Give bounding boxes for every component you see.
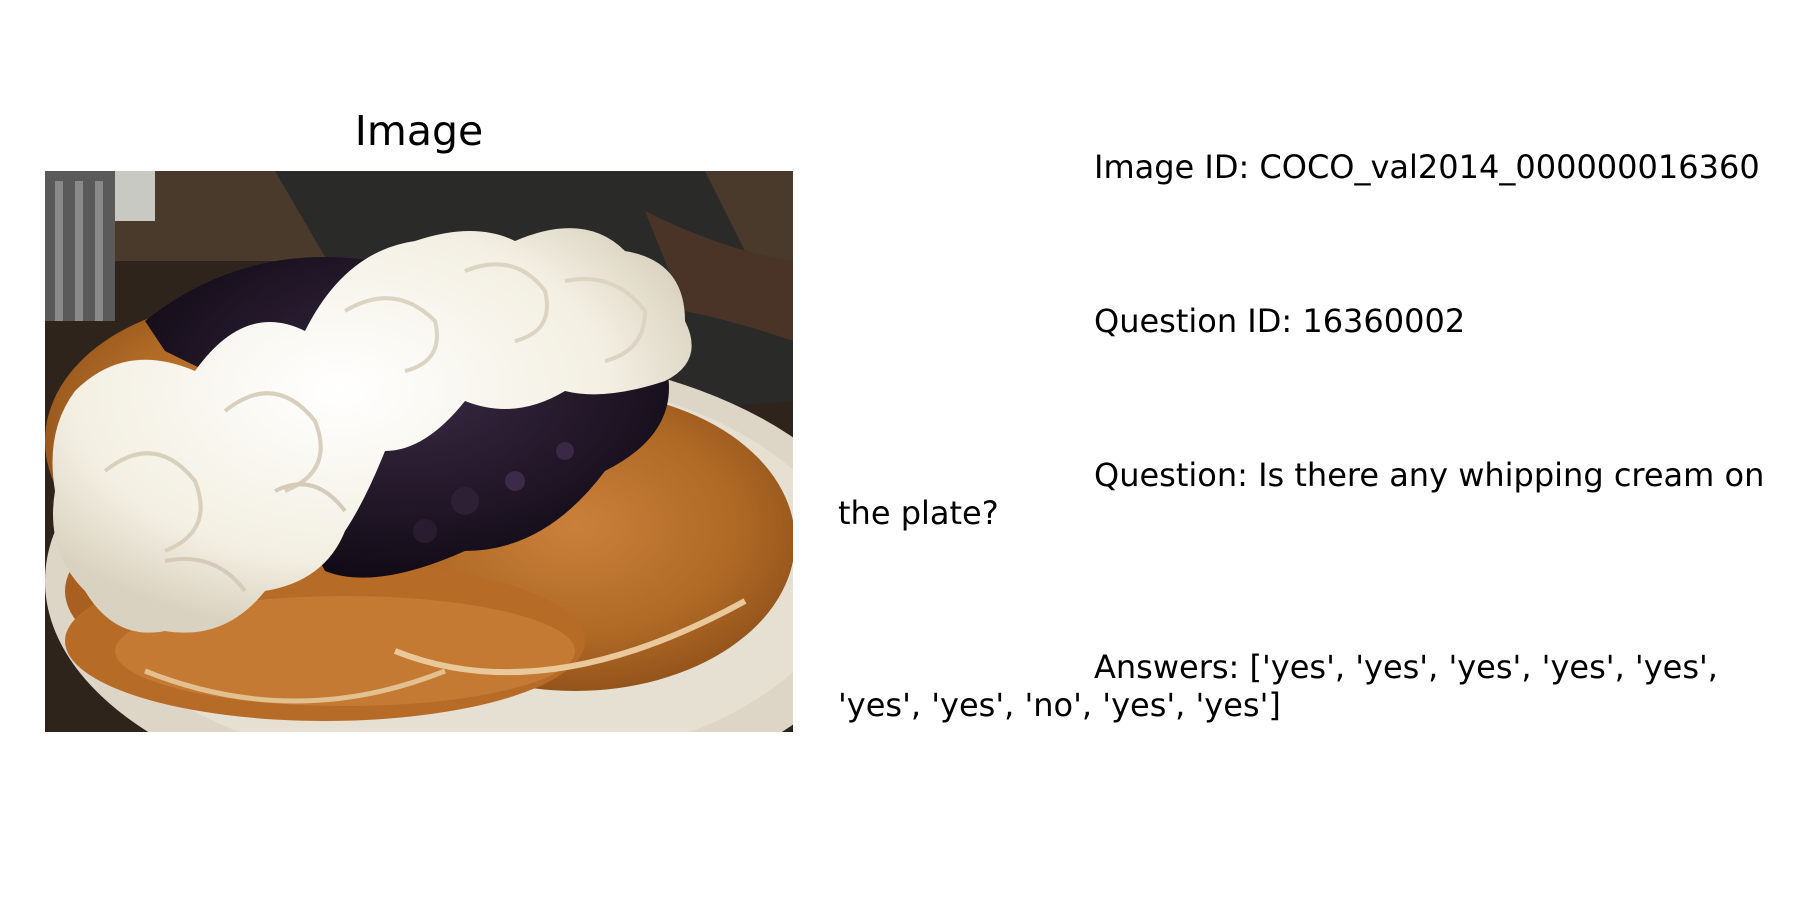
glass [115,171,155,221]
pancake-photo-drawing [45,171,793,732]
question-text: Question: Is there any whipping cream on… [838,456,1775,532]
question-info: Image ID: COCO_val2014_000000016360 Ques… [838,72,1800,840]
image-id-text: Image ID: COCO_val2014_000000016360 [1094,148,1760,186]
image-panel-title: Image [354,107,484,155]
pancake-photo [45,171,793,732]
answers-text: Answers: ['yes', 'yes', 'yes', 'yes', 'y… [838,648,1729,724]
figure: Image Image ID: COCO_val2014_00000001636… [0,0,1800,900]
question-id-text: Question ID: 16360002 [1094,302,1466,340]
